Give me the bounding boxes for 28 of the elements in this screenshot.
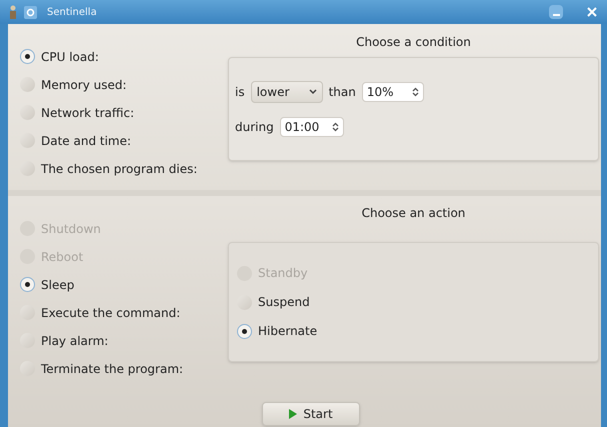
spin-arrows-icon: [412, 87, 419, 97]
radio-button[interactable]: Play alarm:: [20, 330, 228, 351]
window-title: Sentinella: [47, 6, 97, 20]
radio-button[interactable]: Sleep: [20, 274, 228, 295]
play-icon: [289, 409, 298, 419]
minimize-button[interactable]: [549, 5, 563, 19]
radio-button[interactable]: Network traffic:: [20, 102, 228, 123]
figure-icon: [8, 5, 18, 19]
during-label: during: [235, 119, 274, 136]
radio-button[interactable]: The chosen program dies:: [20, 158, 228, 179]
duration-spinbox[interactable]: 01:00: [280, 117, 344, 137]
caret-icon: [308, 89, 317, 95]
radio-button[interactable]: Hibernate: [237, 320, 590, 342]
spin-arrows-icon: [332, 122, 339, 132]
close-button[interactable]: [585, 5, 599, 19]
radio-button[interactable]: Terminate the program:: [20, 358, 228, 379]
start-button[interactable]: Start: [262, 402, 360, 426]
comparison-dropdown[interactable]: lower: [250, 81, 323, 103]
radio-button[interactable]: Suspend: [237, 292, 590, 312]
radio-button[interactable]: Date and time:: [20, 130, 228, 151]
radio-button[interactable]: Memory used:: [20, 74, 228, 95]
section-title: Choose an action: [362, 205, 466, 222]
radio-button[interactable]: Execute the command:: [20, 302, 228, 323]
than-label: than: [328, 84, 356, 101]
threshold-spinbox[interactable]: 10%: [362, 82, 424, 102]
is-label: is: [235, 84, 245, 101]
radio-button[interactable]: CPU load:: [20, 46, 228, 67]
section-title: Choose a condition: [356, 34, 471, 51]
